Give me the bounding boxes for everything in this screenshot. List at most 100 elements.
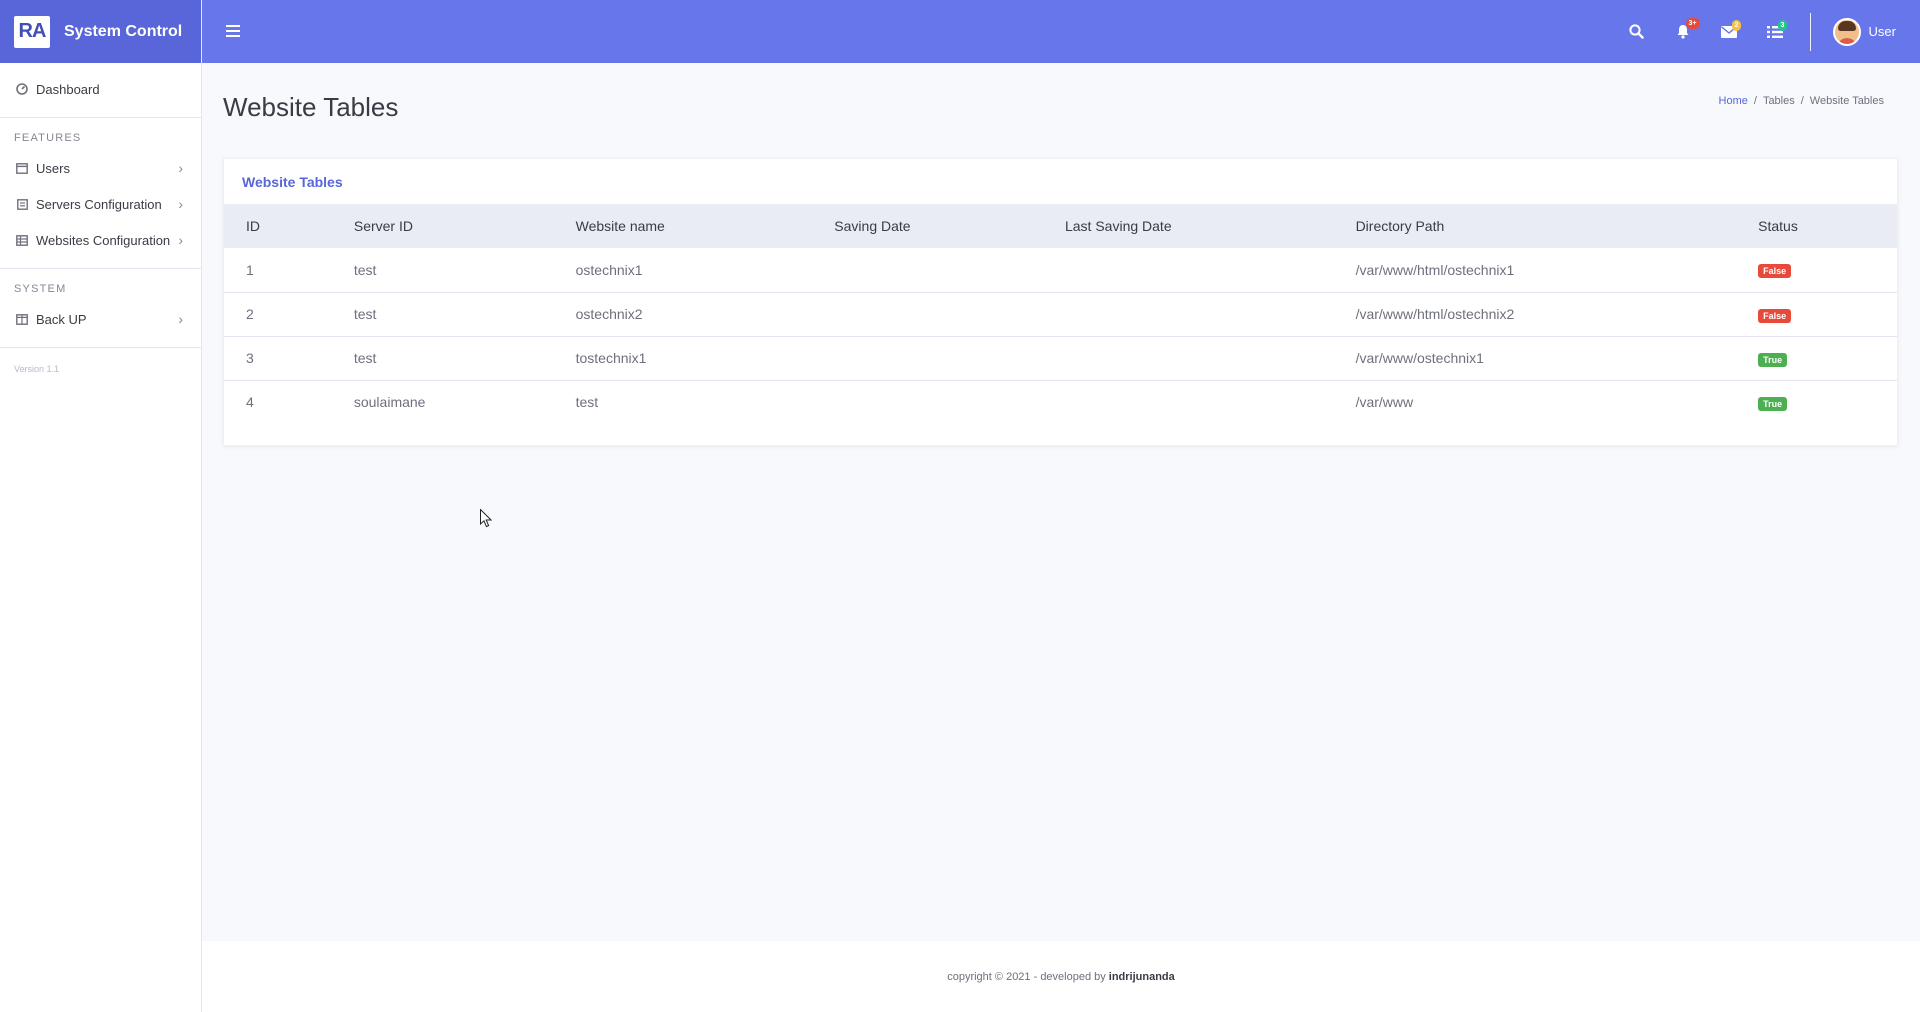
mouse-cursor-icon	[480, 508, 493, 534]
sidebar-toggle-icon[interactable]	[226, 21, 240, 42]
status-badge: False	[1758, 308, 1792, 323]
tachometer-icon	[14, 83, 30, 95]
cell-directory-path: /var/www	[1355, 394, 1414, 411]
column-header-status: Status	[1758, 218, 1798, 234]
table-row: 3 test tostechnix1 /var/www/ostechnix1 T…	[224, 336, 1897, 381]
brand-title: System Control	[64, 22, 183, 40]
sidebar-item-dashboard[interactable]: Dashboard	[0, 71, 201, 107]
column-header-saving-date: Saving Date	[834, 218, 911, 234]
website-tables-card: Website Tables ID Server ID Website name…	[223, 158, 1898, 446]
tasks-badge: 3	[1777, 19, 1788, 31]
column-header-last-saving-date: Last Saving Date	[1064, 218, 1172, 234]
sidebar-heading-system: SYSTEM	[14, 283, 67, 295]
chevron-right-icon: ›	[178, 160, 183, 176]
breadcrumb-separator: /	[1800, 95, 1804, 107]
footer: copyright © 2021 - developed by indrijun…	[202, 941, 1920, 1012]
cell-website-name: test	[575, 394, 599, 411]
sidebar-item-label: Websites Configuration	[36, 232, 171, 248]
sidebar-divider	[0, 347, 201, 348]
table-row: 4 soulaimane test /var/www True	[224, 380, 1897, 424]
brand-logo: RA	[14, 15, 50, 48]
cell-directory-path: /var/www/ostechnix1	[1333, 336, 1737, 381]
cell-server-id: test	[331, 336, 554, 381]
notifications-badge: 3+	[1685, 18, 1700, 29]
table-icon	[14, 234, 30, 246]
sidebar-heading-features: FEATURES	[14, 132, 82, 144]
avatar	[1832, 17, 1861, 46]
column-header-id: ID	[246, 218, 260, 234]
user-menu[interactable]: User	[1832, 17, 1896, 46]
sidebar-item-back-up[interactable]: Back UP ›	[0, 301, 201, 337]
status-badge: False	[1758, 264, 1792, 279]
sidebar-item-label: Dashboard	[36, 81, 100, 97]
page-title: Website Tables	[223, 92, 399, 122]
cell-id: 4	[246, 394, 254, 411]
envelope-icon[interactable]: 2	[1706, 19, 1752, 38]
sidebar-item-servers-configuration[interactable]: Servers Configuration ›	[0, 186, 201, 222]
breadcrumb-separator: /	[1753, 95, 1757, 107]
cell-website-name: ostechnix1	[553, 248, 813, 293]
window-icon	[14, 162, 30, 174]
sidebar-divider	[0, 268, 201, 269]
column-header-website-name: Website name	[575, 218, 665, 234]
cell-directory-path: /var/www/html/ostechnix1	[1333, 248, 1737, 293]
sidebar-divider	[0, 117, 201, 118]
cell-status: True	[1736, 336, 1897, 381]
cell-saving-date	[812, 248, 1043, 293]
column-header-server-id: Server ID	[353, 218, 413, 234]
cell-server-id: test	[331, 248, 554, 293]
chevron-right-icon: ›	[178, 232, 183, 248]
columns-icon	[14, 313, 30, 325]
sidebar-item-websites-configuration[interactable]: Websites Configuration ›	[0, 222, 201, 258]
status-badge: True	[1758, 352, 1788, 367]
topbar-divider	[1809, 12, 1811, 51]
cell-saving-date	[812, 380, 1043, 424]
cell-website-name: tostechnix1	[553, 336, 813, 381]
cell-id: 3	[224, 336, 332, 381]
tasks-list-icon[interactable]: 3	[1752, 19, 1798, 38]
sidebar-item-users[interactable]: Users ›	[0, 150, 201, 186]
cell-id: 1	[224, 248, 332, 293]
chevron-right-icon: ›	[178, 196, 183, 212]
table-row: 1 test ostechnix1 /var/www/html/ostechni…	[224, 248, 1897, 293]
cell-server-id: soulaimane	[353, 394, 426, 411]
breadcrumb-item: Tables	[1762, 95, 1795, 107]
breadcrumb-home-link[interactable]: Home	[1719, 95, 1748, 107]
table-row: 2 test ostechnix2 /var/www/html/ostechni…	[224, 292, 1897, 337]
topbar-actions: 3+ 2 3 User	[1614, 0, 1920, 63]
cell-status: False	[1736, 248, 1897, 293]
column-header-directory-path: Directory Path	[1355, 218, 1445, 234]
search-icon[interactable]	[1614, 24, 1660, 39]
sidebar-item-label: Servers Configuration	[36, 196, 162, 212]
websites-table: ID Server ID Website name Saving Date La…	[224, 204, 1897, 424]
cell-status: False	[1736, 292, 1897, 337]
status-badge: True	[1758, 396, 1788, 411]
cell-saving-date	[812, 336, 1043, 381]
topbar: 3+ 2 3 User	[202, 0, 1920, 63]
messages-badge: 2	[1731, 19, 1742, 31]
brand[interactable]: RA System Control	[0, 0, 201, 63]
cell-last-saving-date	[1042, 336, 1334, 381]
cell-last-saving-date	[1043, 380, 1334, 424]
table-header-row: ID Server ID Website name Saving Date La…	[224, 204, 1897, 248]
card-title: Website Tables	[242, 173, 343, 190]
cell-last-saving-date	[1042, 292, 1334, 337]
sidebar-item-label: Back UP	[36, 311, 87, 327]
breadcrumb: Home / Tables / Website Tables	[1719, 95, 1884, 107]
cell-server-id: test	[331, 292, 554, 337]
user-name: User	[1868, 24, 1896, 39]
cell-directory-path: /var/www/html/ostechnix2	[1333, 292, 1737, 337]
version-label: Version 1.1	[14, 364, 60, 374]
cell-website-name: ostechnix2	[553, 292, 813, 337]
cell-status: True	[1736, 380, 1897, 424]
footer-author-link[interactable]: indrijunanda	[1109, 971, 1175, 983]
chevron-right-icon: ›	[178, 311, 183, 327]
footer-copyright: copyright © 2021 - developed by	[947, 970, 1106, 983]
notifications-bell-icon[interactable]: 3+	[1660, 18, 1706, 39]
cell-last-saving-date	[1042, 248, 1334, 293]
sidebar-item-label: Users	[36, 160, 70, 176]
cell-saving-date	[812, 292, 1043, 337]
server-icon	[14, 198, 30, 210]
sidebar: RA System Control Dashboard FEATURES Use…	[0, 0, 202, 1012]
cell-id: 2	[224, 292, 332, 337]
